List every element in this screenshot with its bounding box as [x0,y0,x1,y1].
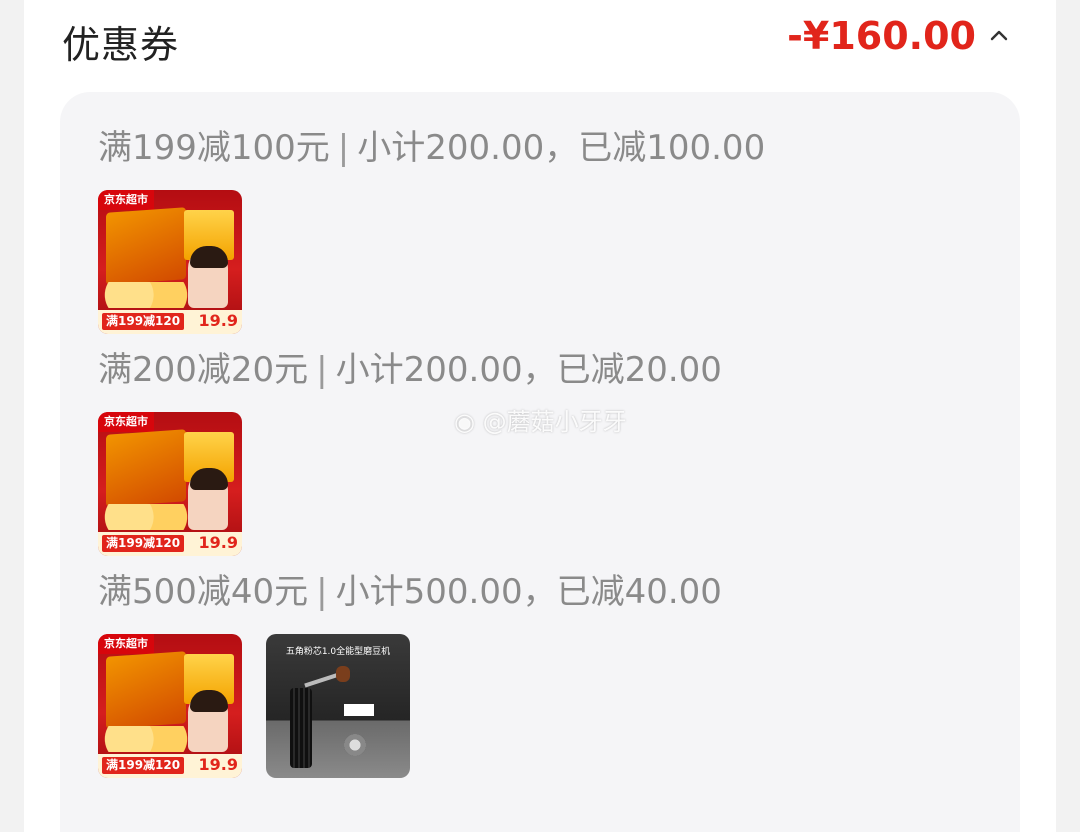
section-title: 优惠券 [62,23,180,67]
product-thumbnail[interactable]: 京东超市 满199减120 19.9 [98,412,242,556]
weibo-icon: ◉ [454,408,475,436]
promo-band: 满199减120 19.9 [98,310,242,334]
coupon-group: 满200减20元 | 小计200.00，已减20.00 京东超市 满199减120 … [98,348,722,556]
watermark-text: @蘑菇小牙牙 [482,408,627,436]
model-hair-graphic [190,246,228,268]
coupon-rule: 满200减20元 [98,350,309,390]
divider: | [316,572,328,612]
promo-badge: 满199减120 [102,535,185,552]
product-thumbnails: 京东超市 满199减120 19.9 [98,412,722,556]
product-box-graphic [106,651,186,729]
watermark: ◉ @蘑菇小牙牙 [454,402,627,437]
chevron-up-icon[interactable] [988,24,1010,46]
grinder-knob-graphic [336,666,350,682]
promo-band: 满199减120 19.9 [98,754,242,778]
product-price: 19.9 [198,755,238,774]
grinder-body-graphic [290,688,312,768]
product-caption: 五角粉芯1.0全能型磨豆机 [285,647,391,657]
product-thumbnail[interactable]: 京东超市 满199减120 19.9 [98,190,242,334]
store-logo: 京东超市 [98,412,154,432]
product-price: 19.9 [198,311,238,330]
coupon-rule: 满199减100元 [98,128,330,168]
divider: | [337,128,350,168]
grinder-burr-graphic [344,734,366,756]
product-price: 19.9 [198,533,238,552]
coupon-group-line: 满500减40元 | 小计500.00，已减40.00 [98,570,722,614]
store-logo: 京东超市 [98,190,154,210]
product-box-graphic [106,429,186,507]
coupon-group: 满199减100元 | 小计200.00，已减100.00 京东超市 满199减12… [98,126,765,334]
product-thumbnails: 京东超市 满199减120 19.9 [98,190,765,334]
promo-badge: 满199减120 [102,313,185,330]
product-box-graphic [106,207,186,285]
coupon-summary: 小计200.00，已减100.00 [357,128,766,168]
product-label-graphic [344,704,374,716]
food-graphic [104,504,188,530]
coupon-card: 优惠券 -¥160.00 满199减100元 | 小计200.00，已减100.00… [24,0,1056,832]
coupon-details-panel: 满199减100元 | 小计200.00，已减100.00 京东超市 满199减12… [60,92,1020,832]
store-logo: 京东超市 [98,634,154,654]
divider: | [316,350,328,390]
coupon-group: 满500减40元 | 小计500.00，已减40.00 京东超市 满199减120 … [98,570,722,778]
coupon-summary: 小计200.00，已减20.00 [335,350,722,390]
product-thumbnail[interactable]: 京东超市 满199减120 19.9 [98,634,242,778]
food-graphic [104,282,188,308]
coupon-summary: 小计500.00，已减40.00 [335,572,722,612]
product-thumbnails: 京东超市 满199减120 19.9 五角粉芯1.0全能型磨豆机 [98,634,722,778]
model-hair-graphic [190,468,228,490]
promo-band: 满199减120 19.9 [98,532,242,556]
coupon-group-line: 满199减100元 | 小计200.00，已减100.00 [98,126,765,170]
model-hair-graphic [190,690,228,712]
coupon-total-amount[interactable]: -¥160.00 [787,14,976,58]
coupon-rule: 满500减40元 [98,572,309,612]
promo-badge: 满199减120 [102,757,185,774]
food-graphic [104,726,188,752]
product-thumbnail[interactable]: 五角粉芯1.0全能型磨豆机 [266,634,410,778]
coupon-group-line: 满200减20元 | 小计200.00，已减20.00 [98,348,722,392]
grinder-handle-graphic [304,672,340,688]
